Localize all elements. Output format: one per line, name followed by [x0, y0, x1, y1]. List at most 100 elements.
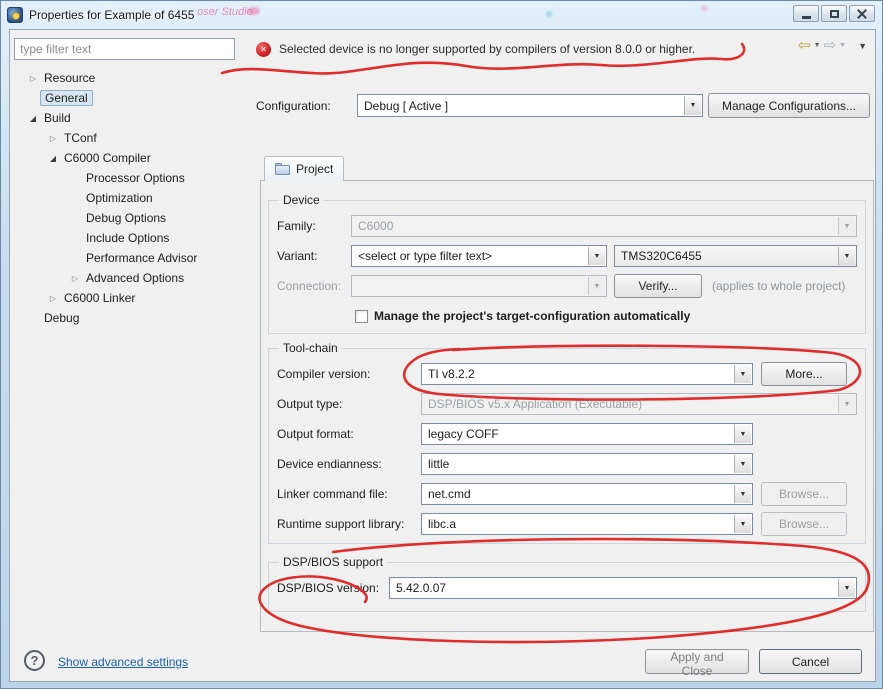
manage-config-checkbox-label[interactable]: Manage the project's target-configuratio… [374, 309, 690, 323]
tree-item-performance-advisor[interactable]: Performance Advisor [12, 248, 252, 268]
apply-and-close-button[interactable]: Apply and Close [645, 649, 749, 678]
collapsed-arrow-icon[interactable]: ▷ [26, 74, 40, 83]
tree-item-label: Resource [44, 71, 96, 85]
runtime-browse-button[interactable]: Browse... [761, 512, 847, 536]
chevron-down-icon: ▼ [734, 455, 751, 473]
glass-speck [701, 6, 708, 11]
device-group-legend: Device [283, 193, 320, 207]
tree-item-debug-options[interactable]: Debug Options [12, 208, 252, 228]
compiler-version-label: Compiler version: [277, 367, 371, 381]
manage-configurations-button[interactable]: Manage Configurations... [708, 93, 870, 118]
tree-item-label: Debug [44, 311, 80, 325]
variant-filter-value: <select or type filter text> [358, 249, 493, 263]
variant-label: Variant: [277, 249, 318, 263]
dsp-bios-version-row: DSP/BIOS version: 5.42.0.07 ▼ [277, 577, 857, 599]
family-label: Family: [277, 219, 316, 233]
linker-command-file-select[interactable]: net.cmd ▼ [421, 483, 753, 505]
linker-command-file-value: net.cmd [428, 487, 471, 501]
help-button[interactable]: ? [24, 650, 45, 671]
tree-item-build[interactable]: ◢ Build [12, 108, 252, 128]
variant-filter-select[interactable]: <select or type filter text> ▼ [351, 245, 607, 267]
tree-item-c6000-linker[interactable]: ▷ C6000 Linker [12, 288, 252, 308]
variant-row: Variant: <select or type filter text> ▼ … [277, 245, 857, 267]
collapsed-arrow-icon[interactable]: ▷ [46, 134, 60, 143]
window-controls [793, 5, 875, 22]
output-format-label: Output format: [277, 427, 354, 441]
tree-item-resource[interactable]: ▷ Resource [12, 68, 252, 88]
dsp-bios-version-select[interactable]: 5.42.0.07 ▼ [389, 577, 857, 599]
more-button[interactable]: More... [761, 362, 847, 386]
device-endianness-row: Device endianness: little ▼ [277, 453, 857, 475]
dsp-bios-group-legend: DSP/BIOS support [283, 555, 384, 569]
tree-item-include-options[interactable]: Include Options [12, 228, 252, 248]
navigation-arrows: ⇦ ▼ ⇨ ▼ ▼ [798, 38, 867, 53]
tree-item-advanced-options[interactable]: ▷ Advanced Options [12, 268, 252, 288]
close-icon [857, 8, 867, 19]
tree-item-label-selected: General [40, 90, 93, 106]
collapsed-arrow-icon[interactable]: ▷ [46, 294, 60, 303]
tree-item-label: Optimization [86, 191, 153, 205]
configuration-select[interactable]: Debug [ Active ] ▼ [357, 94, 703, 117]
compiler-version-value: TI v8.2.2 [428, 367, 475, 381]
chevron-down-icon: ▼ [684, 96, 701, 115]
error-icon: ✕ [256, 41, 271, 57]
manage-config-row: Manage the project's target-configuratio… [355, 305, 857, 327]
tree-item-label: Build [44, 111, 71, 125]
tree-item-label: Performance Advisor [86, 251, 198, 265]
tree-item-processor-options[interactable]: Processor Options [12, 168, 252, 188]
back-arrow-icon[interactable]: ⇦ [798, 38, 811, 53]
show-advanced-settings-link[interactable]: Show advanced settings [58, 655, 188, 669]
runtime-support-library-label: Runtime support library: [277, 517, 405, 531]
chevron-down-icon: ▼ [838, 579, 855, 597]
expanded-arrow-icon[interactable]: ◢ [46, 154, 60, 163]
tree-item-general[interactable]: General [12, 88, 252, 108]
maximize-button[interactable] [821, 5, 847, 22]
forward-arrow-icon[interactable]: ⇨ [824, 38, 837, 53]
linker-browse-button[interactable]: Browse... [761, 482, 847, 506]
filter-input[interactable] [14, 38, 235, 60]
applies-note: (applies to whole project) [712, 279, 846, 293]
expanded-arrow-icon[interactable]: ◢ [26, 114, 40, 123]
manage-config-checkbox[interactable] [355, 309, 368, 323]
output-format-value: legacy COFF [428, 427, 499, 441]
chevron-down-icon: ▼ [838, 395, 855, 413]
connection-select[interactable]: ▼ [351, 275, 607, 297]
cancel-button[interactable]: Cancel [759, 649, 862, 674]
runtime-support-library-select[interactable]: libc.a ▼ [421, 513, 753, 535]
family-select[interactable]: C6000 ▼ [351, 215, 857, 237]
chevron-down-icon: ▼ [838, 217, 855, 235]
toolchain-group-legend: Tool-chain [283, 341, 338, 355]
linker-command-file-label: Linker command file: [277, 487, 388, 501]
output-format-row: Output format: legacy COFF ▼ [277, 423, 857, 445]
error-banner: ✕ Selected device is no longer supported… [256, 37, 776, 61]
compiler-version-select[interactable]: TI v8.2.2 ▼ [421, 363, 753, 385]
tree-item-label: C6000 Linker [64, 291, 136, 305]
device-endianness-select[interactable]: little ▼ [421, 453, 753, 475]
configuration-label: Configuration: [256, 98, 331, 113]
collapsed-arrow-icon[interactable]: ▷ [68, 274, 82, 283]
tree-item-label: TConf [64, 131, 97, 145]
question-mark-icon: ? [30, 653, 39, 668]
output-format-select[interactable]: legacy COFF ▼ [421, 423, 753, 445]
close-button[interactable] [849, 5, 875, 22]
folder-icon [275, 163, 290, 175]
tree-item-label: C6000 Compiler [64, 151, 151, 165]
back-history-dropdown-icon[interactable]: ▼ [814, 42, 821, 49]
tree-item-debug[interactable]: Debug [12, 308, 252, 328]
output-type-select[interactable]: DSP/BIOS v5.x Application (Executable) ▼ [421, 393, 857, 415]
connection-label: Connection: [277, 279, 342, 293]
verify-button[interactable]: Verify... [614, 274, 702, 298]
glass-speck [247, 7, 260, 15]
minimize-button[interactable] [793, 5, 819, 22]
device-endianness-value: little [428, 457, 450, 471]
tab-project[interactable]: Project [264, 156, 345, 181]
variant-device-select[interactable]: TMS320C6455 ▼ [614, 245, 857, 267]
configuration-row: Configuration: Debug [ Active ] ▼ Manage… [256, 92, 870, 119]
titlebar[interactable]: Properties for Example of 6455 oser Stud… [1, 1, 882, 29]
tree-item-tconf[interactable]: ▷ TConf [12, 128, 252, 148]
forward-history-dropdown-icon[interactable]: ▼ [839, 42, 846, 49]
tree-item-c6000-compiler[interactable]: ◢ C6000 Compiler [12, 148, 252, 168]
window-title: Properties for Example of 6455 [29, 8, 195, 22]
view-menu-icon[interactable]: ▼ [858, 41, 867, 51]
tree-item-optimization[interactable]: Optimization [12, 188, 252, 208]
